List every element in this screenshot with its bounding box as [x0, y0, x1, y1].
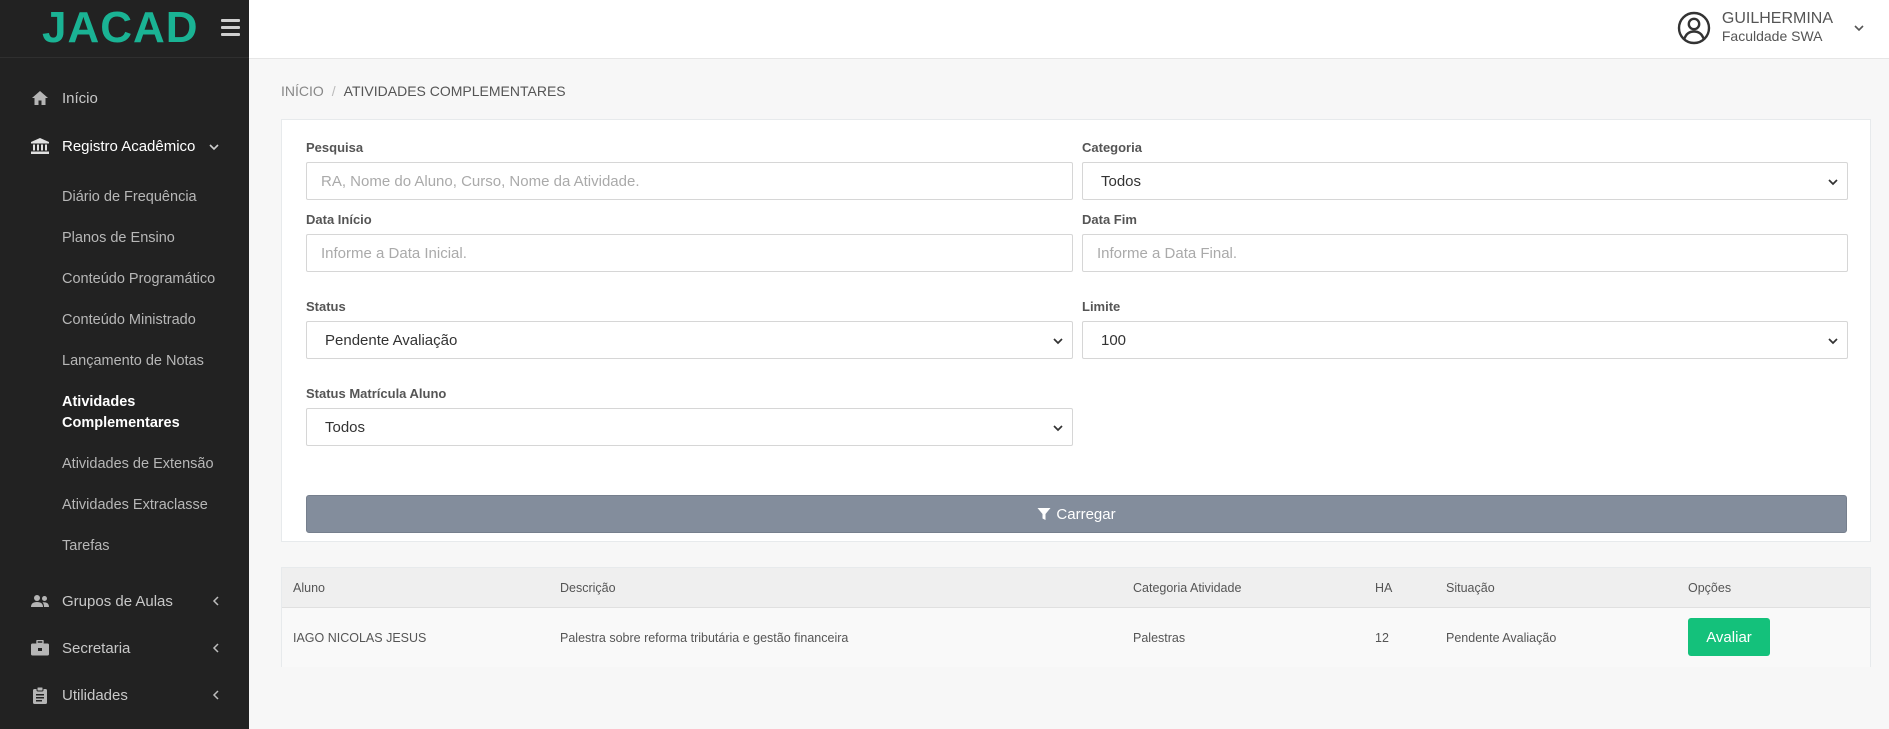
sidebar-item-label: Utilidades	[62, 686, 128, 704]
breadcrumb-home-link[interactable]: INÍCIO	[281, 83, 324, 99]
users-icon	[30, 591, 50, 611]
clipboard-icon	[30, 685, 50, 705]
table-header: Aluno Descrição Categoria Atividade HA S…	[282, 568, 1870, 608]
chevron-down-icon	[209, 139, 219, 154]
limite-select-value: 100	[1101, 331, 1127, 349]
cell-categoria: Palestras	[1133, 631, 1186, 645]
breadcrumb: INÍCIO / ATIVIDADES COMPLEMENTARES	[281, 83, 566, 99]
sidebar-subitem-extraclasse[interactable]: Atividades Extraclasse	[62, 495, 242, 516]
chevron-down-icon	[1828, 179, 1838, 186]
pesquisa-input[interactable]: RA, Nome do Aluno, Curso, Nome da Ativid…	[306, 162, 1073, 200]
limite-select[interactable]: 100	[1082, 321, 1848, 359]
sidebar-subitem-diario[interactable]: Diário de Frequência	[62, 187, 242, 208]
column-header-aluno[interactable]: Aluno	[293, 581, 325, 595]
categoria-select-value: Todos	[1101, 172, 1142, 190]
status-label: Status	[306, 299, 346, 314]
data-fim-label: Data Fim	[1082, 212, 1137, 227]
categoria-select[interactable]: Todos	[1082, 162, 1848, 200]
jacad-logo[interactable]: JACAD	[42, 4, 199, 52]
data-inicio-label: Data Início	[306, 212, 372, 227]
column-header-ha[interactable]: HA	[1375, 581, 1392, 595]
cell-ha: 12	[1375, 631, 1389, 645]
filter-panel: Pesquisa RA, Nome do Aluno, Curso, Nome …	[281, 119, 1871, 542]
chevron-down-icon	[1854, 24, 1864, 31]
table-row: IAGO NICOLAS JESUS Palestra sobre reform…	[282, 608, 1870, 667]
sidebar-item-utilidades[interactable]: Utilidades	[0, 675, 249, 715]
user-name: GUILHERMINA	[1721, 10, 1833, 27]
chevron-left-icon	[212, 641, 219, 656]
logo-area: JACAD	[0, 0, 249, 58]
avaliar-button[interactable]: Avaliar	[1688, 618, 1770, 656]
sidebar-subitem-atividades-complementares[interactable]: Atividades Complementares	[62, 392, 202, 434]
sidebar-item-label: Registro Acadêmico	[62, 137, 196, 155]
sidebar-subitem-conteudo-ministrado[interactable]: Conteúdo Ministrado	[62, 310, 242, 331]
pesquisa-label: Pesquisa	[306, 140, 364, 155]
sidebar-item-label: Grupos de Aulas	[62, 592, 173, 610]
status-select-value: Pendente Avaliação	[325, 331, 458, 349]
data-inicio-input[interactable]: Informe a Data Inicial.	[306, 234, 1073, 272]
sidebar-item-label: Início	[62, 89, 98, 107]
sidebar-item-inicio[interactable]: Início	[0, 78, 249, 118]
briefcase-icon	[30, 638, 50, 658]
sidebar-subitem-extensao[interactable]: Atividades de Extensão	[62, 454, 242, 475]
menu-toggle-icon[interactable]	[221, 19, 240, 37]
cell-descricao: Palestra sobre reforma tributária e gest…	[560, 631, 849, 645]
results-table: Aluno Descrição Categoria Atividade HA S…	[281, 567, 1871, 667]
status-matricula-select[interactable]: Todos	[306, 408, 1073, 446]
cell-aluno: IAGO NICOLAS JESUS	[293, 631, 427, 645]
sidebar-item-secretaria[interactable]: Secretaria	[0, 628, 249, 668]
user-avatar-icon	[1677, 11, 1711, 44]
column-header-categoria[interactable]: Categoria Atividade	[1133, 581, 1241, 595]
sidebar-item-label: Secretaria	[62, 639, 131, 657]
carregar-button-label: Carregar	[1056, 505, 1116, 523]
status-matricula-label: Status Matrícula Aluno	[306, 386, 447, 401]
chevron-down-icon	[1053, 338, 1063, 345]
chevron-left-icon	[212, 688, 219, 703]
top-bar: GUILHERMINA Faculdade SWA	[249, 0, 1889, 59]
column-header-opcoes: Opções	[1688, 581, 1732, 595]
limite-label: Limite	[1082, 299, 1121, 314]
column-header-descricao[interactable]: Descrição	[560, 581, 616, 595]
breadcrumb-separator: /	[331, 83, 336, 99]
data-fim-input[interactable]: Informe a Data Final.	[1082, 234, 1848, 272]
sidebar-subitem-notas[interactable]: Lançamento de Notas	[62, 351, 242, 372]
user-institution: Faculdade SWA	[1721, 28, 1823, 44]
chevron-down-icon	[1053, 425, 1063, 432]
carregar-button[interactable]: Carregar	[306, 495, 1847, 533]
filter-icon	[1037, 508, 1051, 520]
bank-icon	[30, 136, 50, 156]
chevron-down-icon	[1828, 338, 1838, 345]
sidebar-item-registro-academico[interactable]: Registro Acadêmico	[0, 126, 249, 166]
column-header-situacao[interactable]: Situação	[1446, 581, 1495, 595]
sidebar-subitem-conteudo-programatico[interactable]: Conteúdo Programático	[62, 269, 242, 290]
categoria-label: Categoria	[1082, 140, 1142, 155]
cell-situacao: Pendente Avaliação	[1446, 631, 1557, 645]
home-icon	[30, 88, 50, 108]
sidebar-item-grupos-de-aulas[interactable]: Grupos de Aulas	[0, 581, 249, 621]
breadcrumb-current: ATIVIDADES COMPLEMENTARES	[343, 83, 566, 99]
sidebar-subitem-planos[interactable]: Planos de Ensino	[62, 228, 242, 249]
sidebar-subitem-tarefas[interactable]: Tarefas	[62, 536, 242, 557]
chevron-left-icon	[212, 594, 219, 609]
user-menu[interactable]: GUILHERMINA Faculdade SWA	[1677, 10, 1865, 45]
sidebar: JACAD Início Registro Acadêmico Diário d…	[0, 0, 249, 729]
status-matricula-select-value: Todos	[325, 418, 366, 436]
status-select[interactable]: Pendente Avaliação	[306, 321, 1073, 359]
